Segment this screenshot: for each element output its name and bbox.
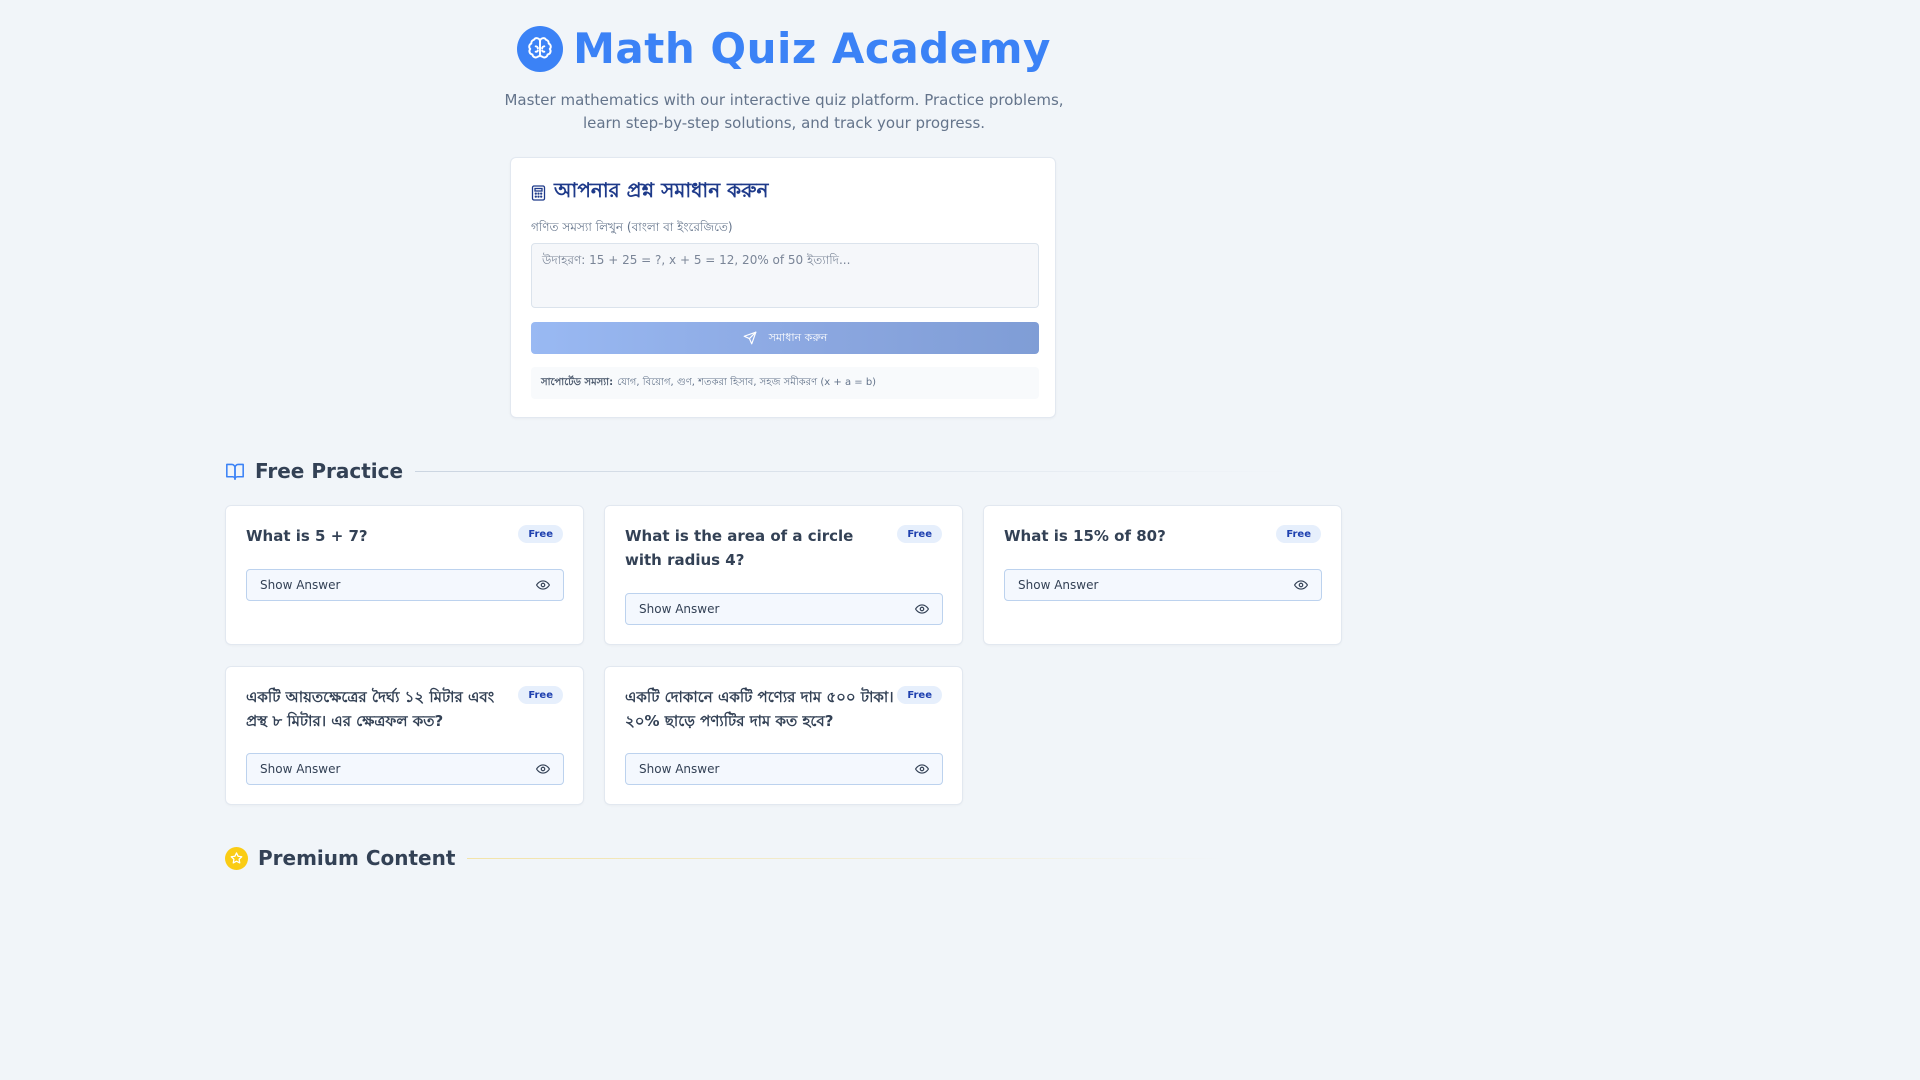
star-icon: [225, 846, 248, 870]
show-answer-label: Show Answer: [639, 762, 720, 776]
premium-content-title: Premium Content: [258, 846, 456, 870]
free-practice-heading: Free Practice: [225, 459, 1296, 483]
show-answer-button[interactable]: Show Answer: [625, 753, 943, 785]
question-text: What is the area of a circle with radius…: [625, 527, 854, 569]
show-answer-button[interactable]: Show Answer: [246, 569, 564, 601]
question-card: একটি আয়তক্ষেত্রের দৈর্ঘ্য ১২ মিটার এবং …: [225, 666, 584, 805]
calculator-icon: [531, 184, 546, 201]
eye-icon: [915, 603, 929, 615]
supported-text: যোগ, বিয়োগ, গুণ, শতকরা হিসাব, সহজ সমীকর…: [617, 376, 877, 388]
app-title: Math Quiz Academy: [573, 24, 1051, 73]
show-answer-label: Show Answer: [260, 578, 341, 592]
send-icon: [743, 331, 757, 345]
free-badge: Free: [518, 525, 563, 543]
free-badge: Free: [897, 686, 942, 704]
brain-icon: [517, 25, 564, 72]
premium-content-heading: Premium Content: [225, 846, 1228, 870]
eye-icon: [536, 763, 550, 775]
show-answer-button[interactable]: Show Answer: [1004, 569, 1322, 601]
eye-icon: [536, 579, 550, 591]
section-divider: [415, 470, 1296, 472]
question-text: What is 5 + 7?: [246, 527, 368, 545]
solve-button-label: সমাধান করুন: [768, 330, 828, 344]
solver-title: আপনার প্রশ্ন সমাধান করুন: [554, 178, 769, 202]
problem-solver-card: আপনার প্রশ্ন সমাধান করুন গণিত সমস্যা লিখ…: [510, 157, 1056, 418]
free-badge: Free: [1276, 525, 1321, 543]
app-subtitle: Master mathematics with our interactive …: [504, 91, 1064, 132]
question-card: What is 5 + 7? Free Show Answer: [225, 505, 584, 645]
supported-problems-note: সাপোর্টেড সমস্যা: যোগ, বিয়োগ, গুণ, শতকর…: [531, 367, 1039, 399]
solve-button[interactable]: সমাধান করুন: [531, 322, 1039, 354]
problem-input-label: গণিত সমস্যা লিখুন (বাংলা বা ইংরেজিতে): [531, 220, 733, 234]
page-header: Math Quiz Academy Master mathematics wit…: [0, 24, 1568, 135]
question-card: একটি দোকানে একটি পণ্যের দাম ৫০০ টাকা। ২০…: [604, 666, 963, 805]
show-answer-label: Show Answer: [260, 762, 341, 776]
show-answer-label: Show Answer: [639, 602, 720, 616]
solver-heading: আপনার প্রশ্ন সমাধান করুন: [531, 176, 768, 209]
show-answer-button[interactable]: Show Answer: [246, 753, 564, 785]
free-badge: Free: [518, 686, 563, 704]
question-card: What is 15% of 80? Free Show Answer: [983, 505, 1342, 645]
supported-label: সাপোর্টেড সমস্যা:: [541, 376, 614, 388]
show-answer-label: Show Answer: [1018, 578, 1099, 592]
open-book-icon: [225, 462, 245, 480]
free-practice-title: Free Practice: [255, 459, 404, 483]
problem-input[interactable]: [531, 243, 1039, 308]
eye-icon: [1294, 579, 1308, 591]
question-text: একটি আয়তক্ষেত্রের দৈর্ঘ্য ১২ মিটার এবং …: [246, 688, 495, 730]
question-card: What is the area of a circle with radius…: [604, 505, 963, 645]
brand: Math Quiz Academy: [0, 24, 1568, 73]
free-badge: Free: [897, 525, 942, 543]
eye-icon: [915, 763, 929, 775]
show-answer-button[interactable]: Show Answer: [625, 593, 943, 625]
question-text: What is 15% of 80?: [1004, 527, 1166, 545]
section-divider: [467, 857, 1228, 859]
question-text: একটি দোকানে একটি পণ্যের দাম ৫০০ টাকা। ২০…: [625, 688, 894, 730]
